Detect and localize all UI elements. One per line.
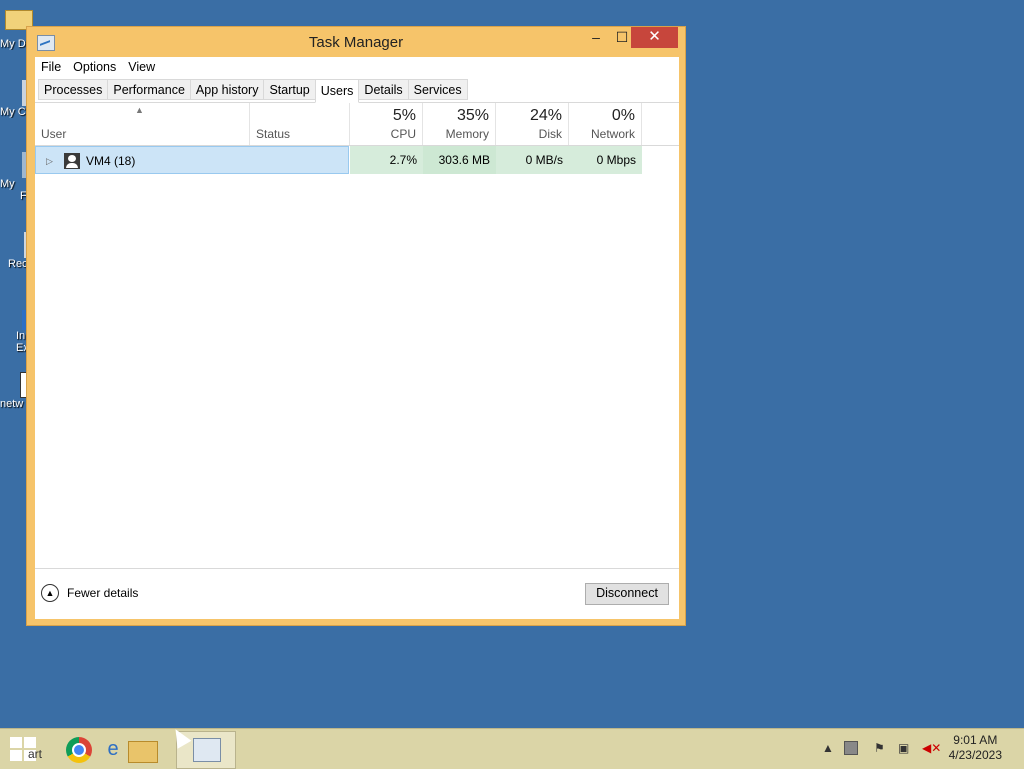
cpu-value: 2.7%	[350, 146, 423, 174]
column-total: 5%	[392, 107, 416, 124]
close-button[interactable]: ✕	[631, 27, 678, 48]
user-cell[interactable]: ▷ VM4 (18)	[35, 146, 349, 174]
column-header-memory[interactable]: 35% Memory	[423, 103, 496, 145]
column-total: 24%	[529, 107, 562, 124]
footer: ▲ Fewer details Disconnect	[35, 568, 679, 619]
chevron-up-icon: ▲	[41, 584, 59, 602]
tab-startup[interactable]: Startup	[263, 79, 316, 100]
memory-value: 303.6 MB	[423, 146, 496, 174]
column-header-cpu[interactable]: 5% CPU	[350, 103, 423, 145]
clock[interactable]: 9:01 AM 4/23/2023	[949, 733, 1002, 763]
menu-options[interactable]: Options	[73, 60, 116, 74]
user-icon	[64, 153, 80, 169]
column-total: 0%	[611, 107, 635, 124]
tab-performance[interactable]: Performance	[107, 79, 191, 100]
tab-services[interactable]: Services	[407, 79, 468, 100]
start-label: art	[28, 747, 43, 761]
tab-app-history[interactable]: App history	[189, 79, 265, 100]
internet-explorer-icon: e	[107, 738, 119, 760]
column-total: 35%	[456, 107, 489, 124]
user-name: VM4 (18)	[86, 154, 136, 168]
chrome-taskbar-button[interactable]	[62, 733, 96, 765]
disk-value: 0 MB/s	[496, 146, 569, 174]
file-explorer-taskbar-button[interactable]	[124, 733, 158, 765]
clock-date: 4/23/2023	[948, 748, 1002, 762]
volume-muted-icon[interactable]: ◀✕	[922, 741, 941, 755]
keyboard-icon[interactable]	[844, 741, 858, 755]
table-row[interactable]: ▷ VM4 (18) 2.7% 303.6 MB 0 MB/s 0 Mbps	[35, 146, 679, 174]
column-header-user[interactable]: ▲ User	[35, 103, 250, 145]
column-label: Memory	[445, 127, 489, 141]
column-header-network[interactable]: 0% Network	[569, 103, 642, 145]
menu-bar: File Options View	[35, 57, 679, 77]
column-header-disk[interactable]: 24% Disk	[496, 103, 569, 145]
menu-view[interactable]: View	[128, 60, 155, 74]
fewer-details-label: Fewer details	[67, 586, 139, 600]
tab-bar: Processes Performance App history Startu…	[35, 77, 679, 103]
menu-file[interactable]: File	[41, 60, 61, 74]
task-manager-icon	[193, 738, 221, 762]
table-header: ▲ User Status 5% CPU 35% Memory 24% Disk	[35, 103, 679, 146]
column-header-status[interactable]: Status	[250, 103, 350, 145]
column-label: Disk	[538, 127, 562, 141]
minimize-button[interactable]: –	[582, 27, 610, 48]
window-content: File Options View Processes Performance …	[35, 57, 679, 619]
show-hidden-icons-chevron-icon[interactable]: ▲	[822, 741, 834, 755]
task-manager-window[interactable]: Task Manager – ☐ ✕ File Options View Pro…	[26, 26, 686, 626]
fewer-details-toggle[interactable]: ▲ Fewer details	[41, 584, 138, 602]
start-button[interactable]: art	[2, 733, 56, 765]
tab-processes[interactable]: Processes	[38, 79, 109, 100]
tab-users[interactable]: Users	[314, 79, 360, 103]
sort-ascending-icon: ▲	[135, 105, 144, 115]
column-label: Status	[256, 127, 291, 141]
expand-chevron-icon[interactable]: ▷	[46, 147, 53, 175]
system-tray: ▲ ⚑ ▣ ◀✕ 9:01 AM 4/23/2023	[810, 729, 1024, 769]
action-center-flag-icon[interactable]: ⚑	[874, 741, 885, 755]
column-label: Network	[590, 127, 635, 141]
tab-details[interactable]: Details	[358, 79, 409, 100]
users-table: ▲ User Status 5% CPU 35% Memory 24% Disk	[35, 103, 679, 174]
taskbar: art e ▲ ⚑ ▣ ◀✕ 9:01 AM 4/23/2023	[0, 728, 1024, 769]
disconnect-button[interactable]: Disconnect	[585, 583, 669, 605]
network-value: 0 Mbps	[569, 146, 642, 174]
title-bar[interactable]: Task Manager – ☐ ✕	[27, 27, 685, 57]
column-label: CPU	[390, 127, 416, 141]
chrome-icon	[66, 737, 92, 763]
folder-icon	[128, 741, 158, 763]
column-label: User	[41, 127, 67, 141]
network-icon[interactable]: ▣	[898, 741, 909, 755]
clock-time: 9:01 AM	[953, 733, 998, 747]
